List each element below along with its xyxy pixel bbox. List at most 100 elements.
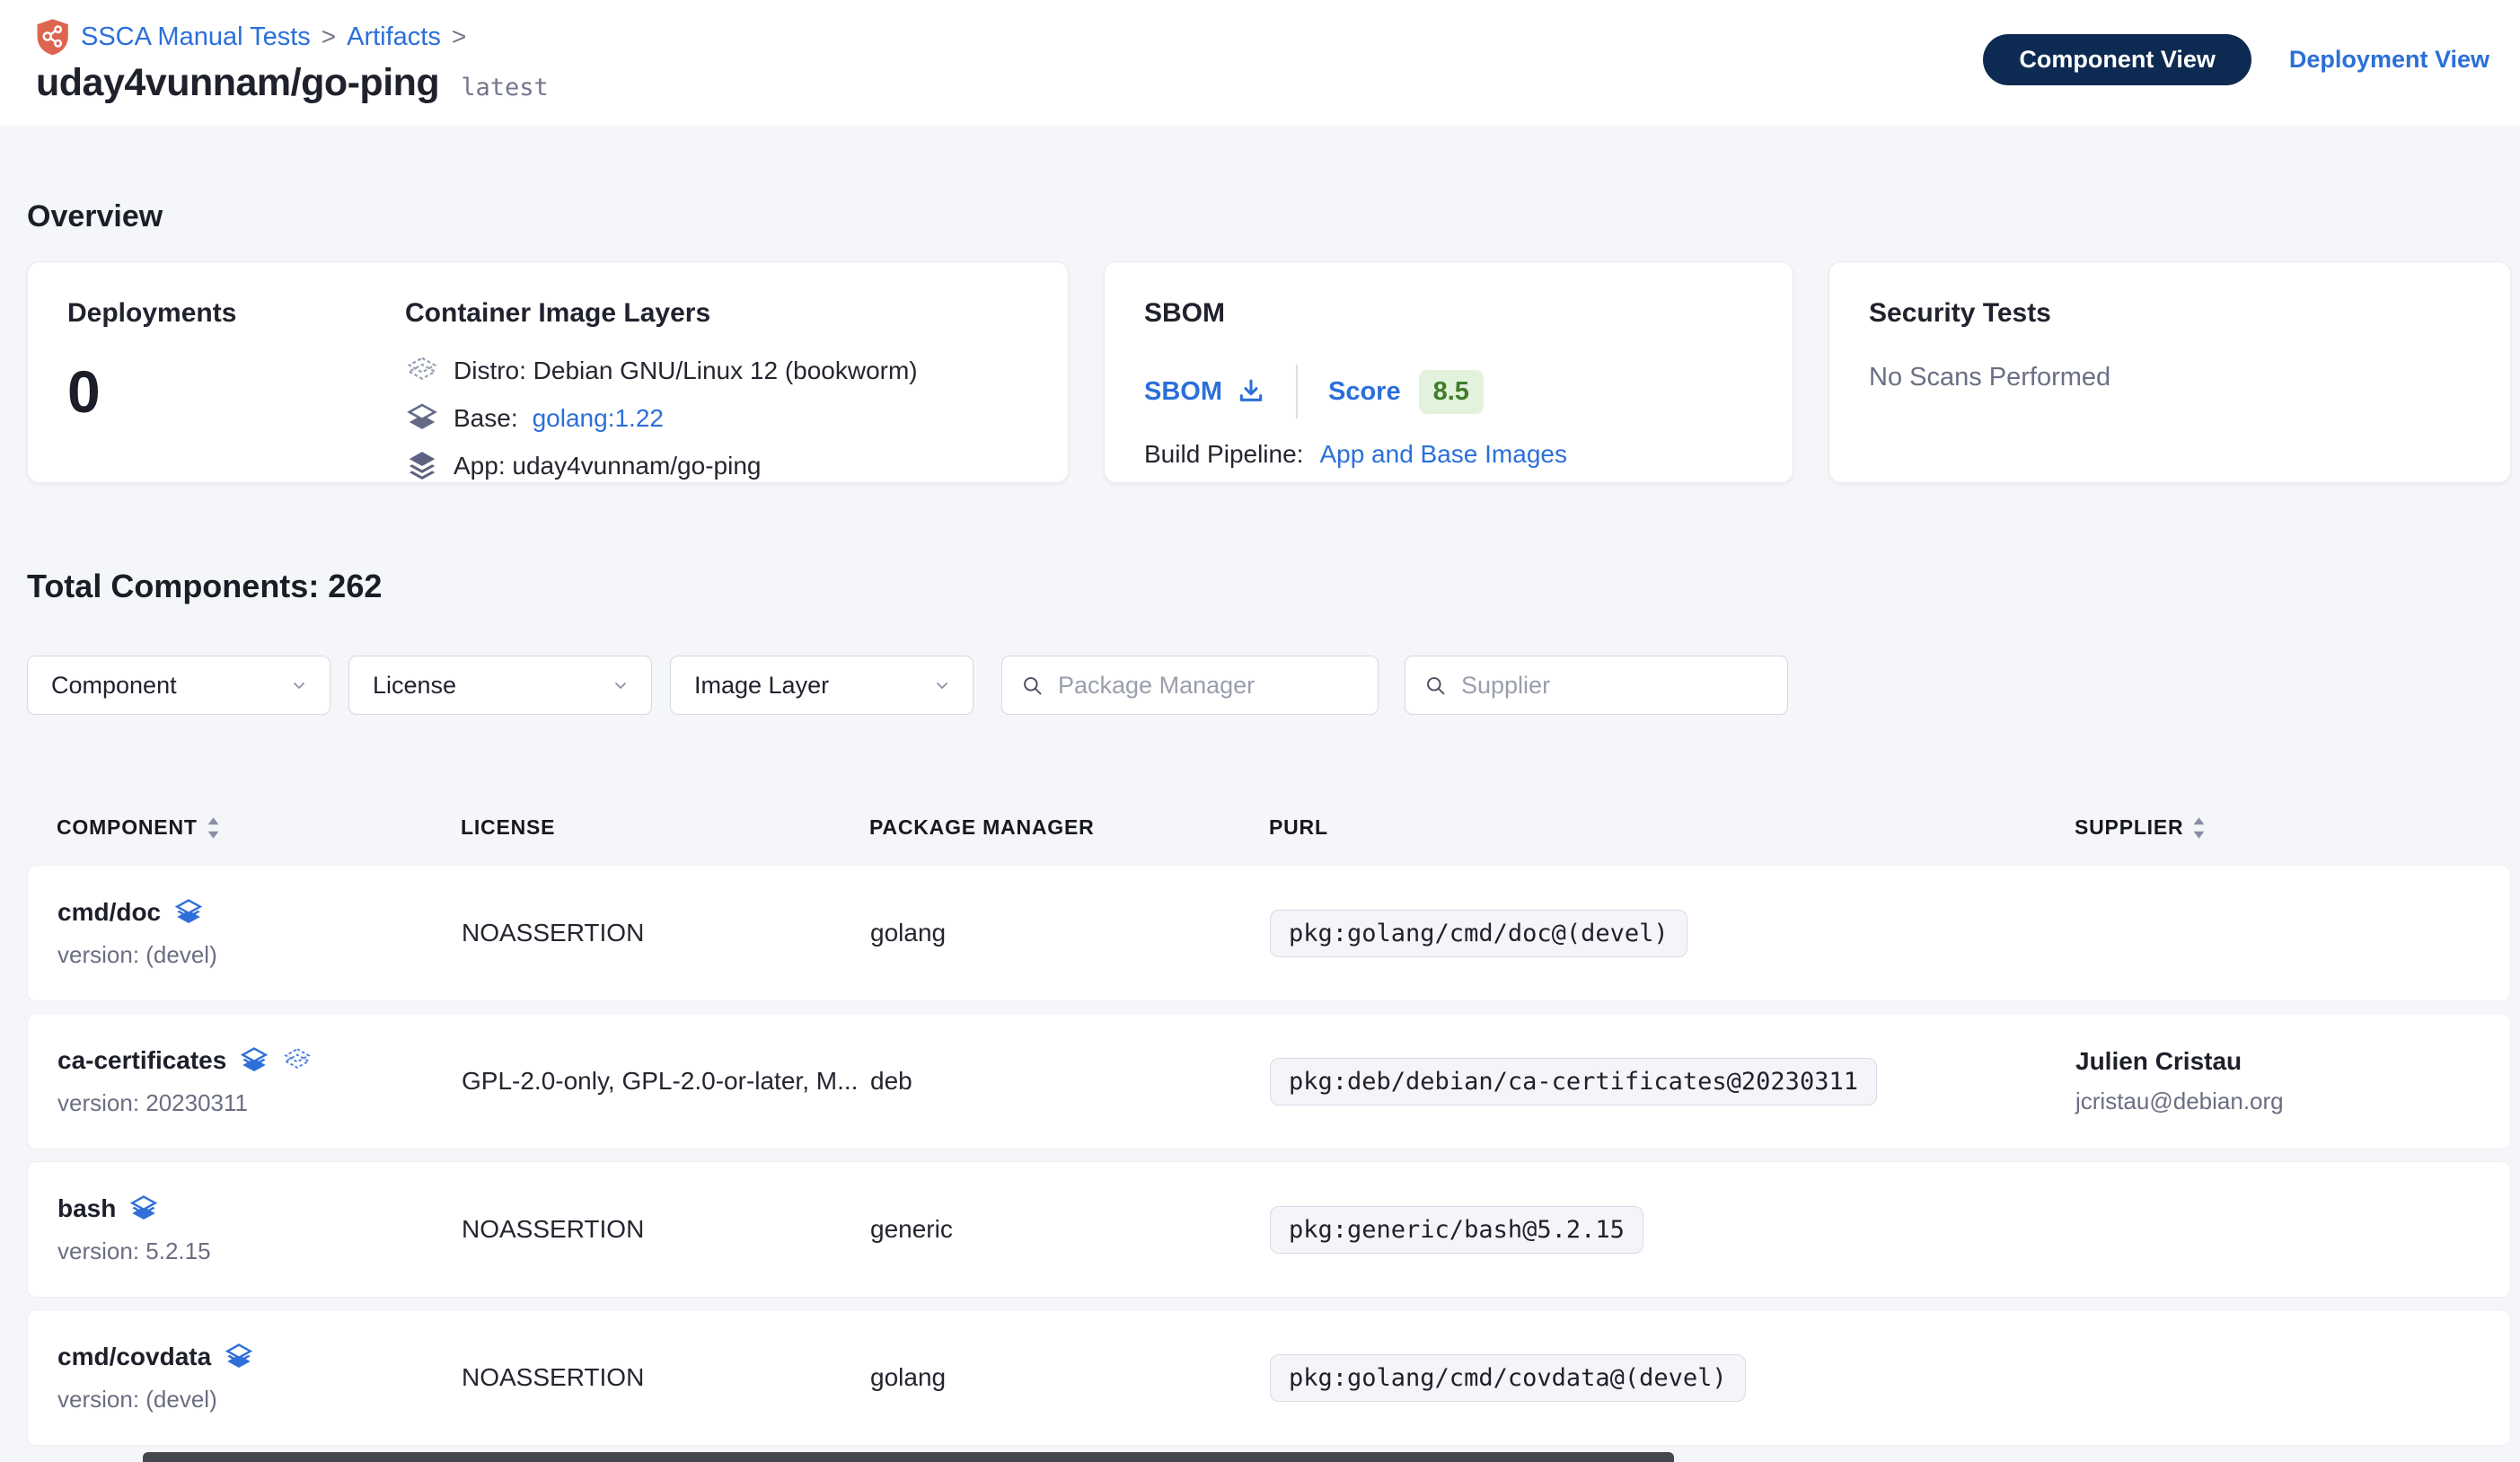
distro-layer-icon [405,354,439,388]
component-name[interactable]: ca-certificates [57,1046,226,1075]
package-manager-cell: golang [870,919,1270,947]
chevron-down-icon [610,674,631,696]
component-version: version: 5.2.15 [57,1237,462,1265]
component-name[interactable]: cmd/covdata [57,1343,211,1371]
package-manager-cell: deb [870,1067,1270,1096]
breadcrumb-project-link[interactable]: SSCA Manual Tests [81,22,311,52]
column-component-label: COMPONENT [57,815,198,840]
base-image-link[interactable]: golang:1.22 [533,404,664,433]
column-supplier-label: SUPPLIER [2075,815,2183,840]
view-toggle: Component View Deployment View [1983,34,2489,85]
chevron-down-icon [288,674,310,696]
component-filter-label: Component [51,672,177,700]
ssca-shield-icon [36,18,70,56]
table-row-ca-certificates[interactable]: ca-certificates version: 20230311 GPL-2.… [27,1013,2511,1149]
purl-chip[interactable]: pkg:generic/bash@5.2.15 [1270,1206,1643,1254]
download-icon[interactable] [1237,377,1265,406]
base-layer-icon [405,401,439,436]
artifact-tag: latest [461,74,549,101]
supplier-cell: Julien Cristau jcristau@debian.org [2075,1047,2510,1115]
components-table-header: COMPONENT LICENSE PACKAGE MANAGER PURL S… [27,815,2511,865]
sbom-card-title: SBOM [1144,298,1753,329]
container-image-layers-label: Container Image Layers [405,298,918,329]
breadcrumb-artifacts-link[interactable]: Artifacts [347,22,441,52]
license-cell: GPL-2.0-only, GPL-2.0-or-later, M... [462,1067,870,1096]
security-tests-status: No Scans Performed [1869,363,2471,392]
column-package-manager-label: PACKAGE MANAGER [869,815,1095,840]
column-purl: PURL [1269,815,2075,840]
column-package-manager: PACKAGE MANAGER [869,815,1269,840]
app-layer-icon [173,897,204,928]
breadcrumb-separator: > [322,22,336,51]
component-version: version: 20230311 [57,1089,462,1117]
package-manager-cell: generic [870,1215,1270,1244]
table-row-cmd-covdata[interactable]: cmd/covdata version: (devel) NOASSERTION… [27,1309,2511,1446]
distro-text: Distro: Debian GNU/Linux 12 (bookworm) [454,357,918,385]
build-pipeline-link[interactable]: App and Base Images [1319,440,1567,469]
purl-chip[interactable]: pkg:golang/cmd/covdata@(devel) [1270,1354,1746,1402]
license-filter-dropdown[interactable]: License [348,656,652,715]
license-cell: NOASSERTION [462,919,870,947]
component-view-button[interactable]: Component View [1983,34,2251,85]
sbom-card: SBOM SBOM Score 8.5 Build Pipeline: App … [1104,261,1793,483]
deployments-count: 0 [67,357,405,426]
image-layer-filter-label: Image Layer [694,672,829,700]
column-license: LICENSE [461,815,869,840]
package-manager-search[interactable] [1001,656,1379,715]
page-header: SSCA Manual Tests > Artifacts > uday4vun… [0,0,2520,126]
license-cell: NOASSERTION [462,1363,870,1392]
sbom-score-label[interactable]: Score [1328,377,1401,407]
sbom-download-label[interactable]: SBOM [1144,377,1222,407]
column-supplier[interactable]: SUPPLIER [2075,815,2511,840]
chevron-down-icon [931,674,953,696]
column-purl-label: PURL [1269,815,1328,840]
build-pipeline-label: Build Pipeline: [1144,440,1303,469]
package-manager-search-input[interactable] [1058,672,1360,700]
search-icon [1423,674,1448,698]
deployments-label: Deployments [67,298,405,329]
supplier-name: Julien Cristau [2075,1047,2510,1076]
sbom-score-badge: 8.5 [1419,370,1484,414]
app-layer-icon [239,1045,269,1076]
sort-arrows-icon[interactable] [2192,816,2206,840]
license-cell: NOASSERTION [462,1215,870,1244]
component-name[interactable]: cmd/doc [57,898,161,927]
component-version: version: (devel) [57,1386,462,1414]
total-components-heading: Total Components: 262 [27,568,2520,605]
license-filter-label: License [373,672,456,700]
component-filter-dropdown[interactable]: Component [27,656,330,715]
page-title: uday4vunnam/go-ping [36,61,439,105]
component-name[interactable]: bash [57,1194,116,1223]
sbom-download-link[interactable]: SBOM [1144,377,1265,407]
horizontal-scrollbar-thumb[interactable] [143,1452,1674,1462]
package-manager-cell: golang [870,1363,1270,1392]
purl-chip[interactable]: pkg:golang/cmd/doc@(devel) [1270,910,1687,957]
deployments-layers-card: Deployments 0 Container Image Layers Dis… [27,261,1069,483]
image-layer-filter-dropdown[interactable]: Image Layer [670,656,974,715]
base-label: Base: [454,404,518,433]
deployment-view-link[interactable]: Deployment View [2289,46,2489,74]
column-component[interactable]: COMPONENT [57,815,461,840]
supplier-search[interactable] [1405,656,1788,715]
app-layer-icon [224,1342,254,1372]
filters-bar: Component License Image Layer [27,656,2520,715]
search-icon [1020,674,1044,698]
overview-heading: Overview [27,199,2520,234]
table-row-bash[interactable]: bash version: 5.2.15 NOASSERTION generic… [27,1161,2511,1298]
base-layer-dashed-icon [282,1045,313,1076]
table-row-cmd-doc[interactable]: cmd/doc version: (devel) NOASSERTION gol… [27,865,2511,1001]
security-tests-card: Security Tests No Scans Performed [1828,261,2511,483]
column-license-label: LICENSE [461,815,555,840]
component-version: version: (devel) [57,941,462,969]
supplier-search-input[interactable] [1461,672,1769,700]
breadcrumb-separator: > [452,22,466,51]
divider [1296,365,1298,418]
app-layer-icon [128,1193,159,1224]
security-tests-title: Security Tests [1869,298,2471,329]
sort-arrows-icon[interactable] [207,816,220,840]
purl-chip[interactable]: pkg:deb/debian/ca-certificates@20230311 [1270,1058,1877,1105]
app-text: App: uday4vunnam/go-ping [454,452,761,480]
overview-cards: Deployments 0 Container Image Layers Dis… [27,261,2511,483]
supplier-email: jcristau@debian.org [2075,1088,2510,1115]
app-layer-icon [405,449,439,483]
